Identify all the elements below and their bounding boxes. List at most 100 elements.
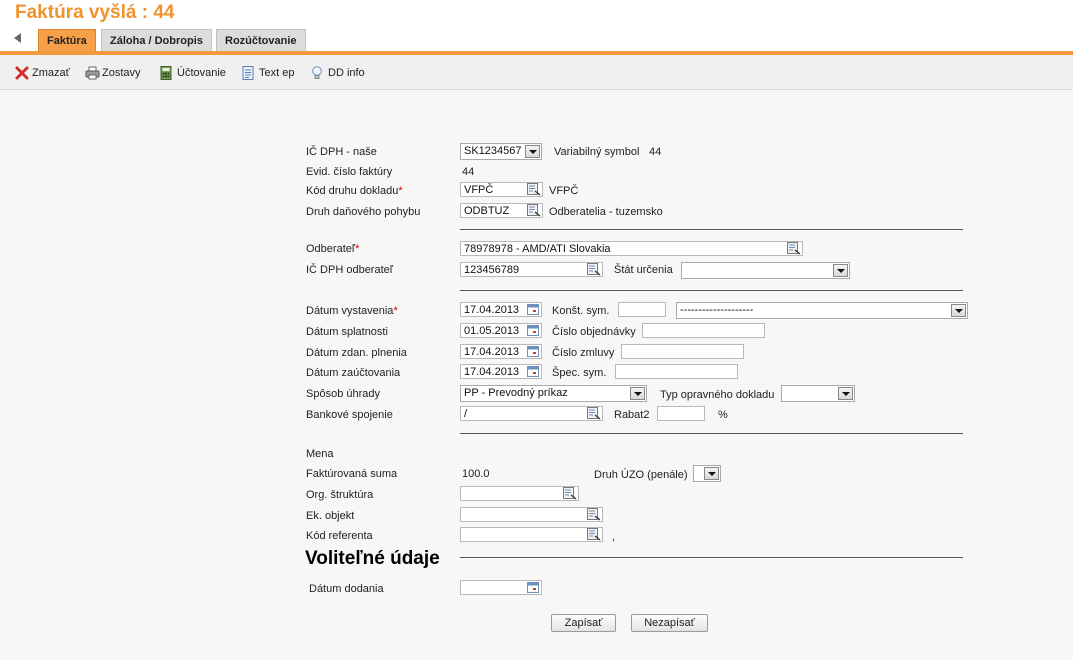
dropdown-icon	[630, 387, 645, 400]
datum-splat-label: Dátum splatnosti	[306, 326, 388, 338]
reports-button[interactable]: Zostavy	[85, 65, 141, 81]
calculator-icon	[160, 66, 174, 80]
org-label: Org. štruktúra	[306, 489, 374, 501]
delete-icon	[15, 66, 29, 80]
datum-zdan-label: Dátum zdan. plnenia	[306, 347, 407, 359]
text-label: Text ep	[259, 67, 295, 79]
sposob-uhr-select[interactable]: PP - Prevodný príkaz	[460, 385, 647, 402]
ic-dph-odb-input[interactable]: 123456789	[460, 262, 603, 277]
calendar-icon[interactable]	[527, 304, 539, 318]
divider	[460, 290, 963, 291]
spec-sym-label: Špec. sym.	[552, 367, 607, 379]
cislo-zml-input[interactable]	[621, 344, 744, 359]
lookup-icon[interactable]	[563, 487, 577, 503]
kod-ref-suffix: ,	[612, 531, 616, 543]
delete-label: Zmazať	[32, 67, 70, 79]
dropdown-icon	[704, 467, 719, 480]
ek-input[interactable]	[460, 507, 603, 522]
tab-rozuctovanie[interactable]: Rozúčtovanie	[216, 29, 306, 52]
cancel-button[interactable]: Nezapísať	[631, 614, 708, 632]
divider	[460, 433, 963, 434]
dropdown-icon	[951, 304, 966, 317]
kod-druhu-label: Kód druhu dokladu*	[306, 185, 403, 197]
document-icon	[242, 66, 256, 80]
kod-ref-input[interactable]	[460, 527, 603, 542]
tab-zaloha-dobropis[interactable]: Záloha / Dobropis	[101, 29, 212, 52]
fakt-suma-label: Faktúrovaná suma	[306, 468, 398, 480]
kod-druhu-desc: VFPČ	[549, 185, 579, 197]
calendar-icon[interactable]	[527, 366, 539, 380]
sposob-uhr-label: Spôsob úhrady	[306, 388, 380, 400]
sposob-uhr-value: PP - Prevodný príkaz	[464, 387, 568, 399]
rabat-label: Rabat2	[614, 409, 650, 421]
stat-urcenia-select[interactable]	[681, 262, 850, 279]
konst-sym-label: Konšt. sym.	[552, 305, 610, 317]
evid-cislo-value: 44	[462, 166, 475, 178]
dropdown-icon	[838, 387, 853, 400]
dd-info-button[interactable]: DD info	[311, 65, 365, 81]
dropdown-icon	[525, 145, 540, 158]
mena-label: Mena	[306, 448, 334, 460]
lookup-icon[interactable]	[587, 407, 601, 423]
optional-section-heading: Voliteľné údaje	[305, 548, 440, 569]
odberatel-label: Odberateľ*	[306, 243, 360, 255]
ek-label: Ek. objekt	[306, 510, 355, 522]
cislo-obj-input[interactable]	[642, 323, 765, 338]
divider	[460, 229, 963, 230]
konst-sym-select-value: --------------------	[680, 304, 754, 316]
ic-dph-odb-label: IČ DPH odberateľ	[306, 264, 393, 276]
rabat-unit: %	[718, 409, 728, 421]
variabilny-symbol-label: Variabilný symbol	[554, 146, 640, 158]
evid-cislo-label: Evid. číslo faktúry	[306, 166, 393, 178]
kod-ref-label: Kód referenta	[306, 530, 373, 542]
divider	[460, 557, 963, 558]
dd-info-label: DD info	[328, 67, 365, 79]
bulb-icon	[311, 66, 325, 80]
ic-dph-nase-value: SK1234567	[464, 145, 522, 157]
reports-label: Zostavy	[102, 67, 141, 79]
druh-uzo-label: Druh ÚZO (penále)	[594, 469, 688, 481]
fakt-suma-value: 100.0	[462, 468, 490, 480]
dropdown-icon	[833, 264, 848, 277]
calendar-icon[interactable]	[527, 582, 539, 596]
save-button[interactable]: Zapísať	[551, 614, 616, 632]
org-input[interactable]	[460, 486, 579, 501]
cislo-obj-label: Číslo objednávky	[552, 326, 636, 338]
ic-dph-nase-label: IČ DPH - naše	[306, 146, 377, 158]
text-button[interactable]: Text ep	[242, 65, 294, 81]
bank-input[interactable]: /	[460, 406, 603, 421]
calendar-icon[interactable]	[527, 346, 539, 360]
tab-faktura[interactable]: Faktúra	[38, 29, 96, 52]
accounting-button[interactable]: Účtovanie	[160, 65, 226, 81]
bank-label: Bankové spojenie	[306, 409, 393, 421]
lookup-icon[interactable]	[587, 263, 601, 279]
odberatel-input[interactable]: 78978978 - AMD/ATI Slovakia	[460, 241, 803, 256]
ic-dph-nase-select[interactable]: SK1234567	[460, 143, 542, 160]
typ-oprav-select[interactable]	[781, 385, 855, 402]
stat-urcenia-label: Štát určenia	[614, 264, 673, 276]
spec-sym-input[interactable]	[615, 364, 738, 379]
rabat-input[interactable]	[657, 406, 705, 421]
delete-button[interactable]: Zmazať	[15, 65, 70, 81]
konst-sym-select[interactable]: --------------------	[676, 302, 968, 319]
lookup-icon[interactable]	[587, 508, 601, 524]
cislo-zml-label: Číslo zmluvy	[552, 347, 615, 359]
typ-oprav-label: Typ opravného dokladu	[660, 389, 775, 401]
lookup-icon[interactable]	[527, 204, 541, 220]
datum-dod-label: Dátum dodania	[309, 583, 384, 595]
druh-uzo-select[interactable]	[693, 465, 721, 482]
druh-dan-label: Druh daňového pohybu	[306, 206, 421, 218]
variabilny-symbol-value: 44	[649, 146, 662, 158]
datum-vyst-label: Dátum vystavenia*	[306, 305, 398, 317]
datum-zauct-label: Dátum zaúčtovania	[306, 367, 401, 379]
page-title: Faktúra vyšlá : 44	[15, 2, 175, 23]
back-arrow-icon[interactable]	[14, 33, 21, 43]
lookup-icon[interactable]	[527, 183, 541, 199]
calendar-icon[interactable]	[527, 325, 539, 339]
printer-icon	[85, 66, 100, 80]
druh-dan-desc: Odberatelia - tuzemsko	[549, 206, 663, 218]
konst-sym-input[interactable]	[618, 302, 666, 317]
lookup-icon[interactable]	[787, 242, 801, 258]
lookup-icon[interactable]	[587, 528, 601, 544]
accounting-label: Účtovanie	[177, 67, 226, 79]
